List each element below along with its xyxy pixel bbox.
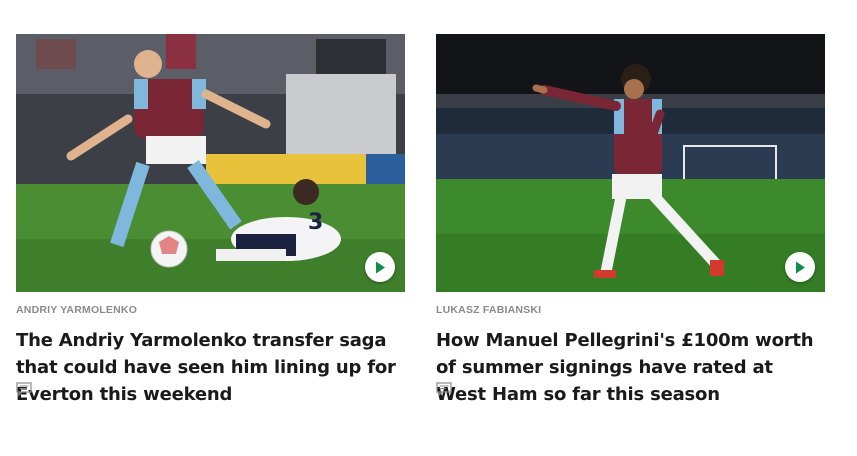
article-headline[interactable]: How Manuel Pellegrini's £100m worth of s… — [436, 327, 825, 408]
article-card[interactable]: Lukasz Fabianski How Manuel Pellegrini's… — [436, 34, 825, 408]
article-headline[interactable]: The Andriy Yarmolenko transfer saga that… — [16, 327, 405, 408]
play-icon — [376, 261, 385, 273]
comment-icon[interactable] — [16, 382, 32, 397]
article-image[interactable]: 3 — [16, 34, 405, 292]
article-tag[interactable]: Lukasz Fabianski — [436, 304, 825, 317]
play-icon — [796, 261, 805, 273]
video-play-button[interactable] — [785, 252, 815, 282]
match-photo — [436, 34, 825, 292]
article-tag[interactable]: Andriy Yarmolenko — [16, 304, 405, 317]
video-play-button[interactable] — [365, 252, 395, 282]
article-card[interactable]: 3 Andriy Yarmolenko The Andriy Yarmolenk… — [16, 34, 405, 408]
comment-icon[interactable] — [436, 382, 452, 397]
article-image[interactable] — [436, 34, 825, 292]
svg-text:3: 3 — [308, 210, 323, 235]
match-photo: 3 — [16, 34, 405, 292]
